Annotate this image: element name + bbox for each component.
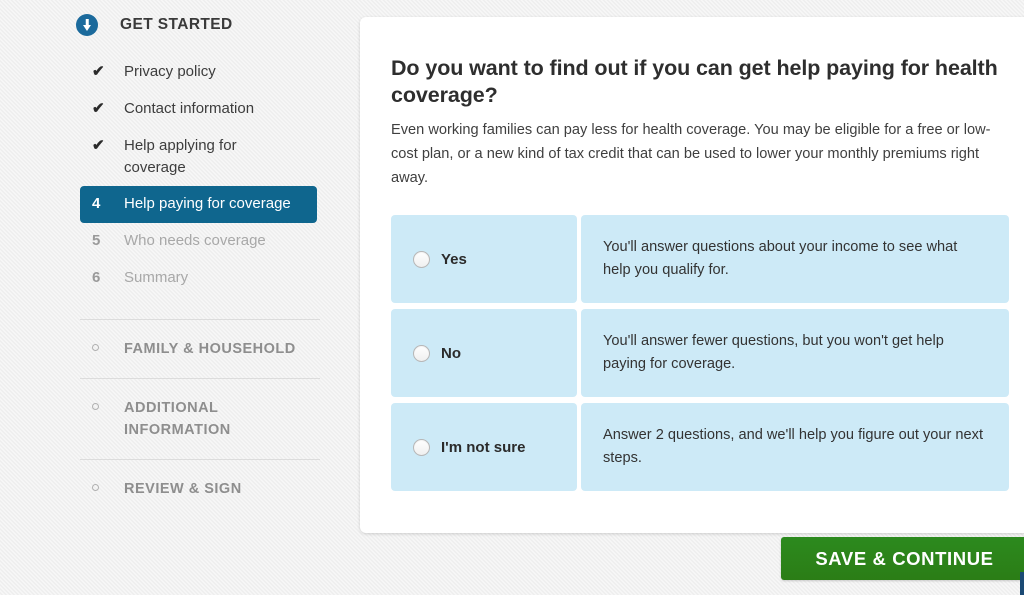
option-label: Yes xyxy=(441,250,467,268)
circle-outline-icon xyxy=(92,344,99,352)
step-status-marker: ✔ xyxy=(80,135,110,157)
step-number: 4 xyxy=(92,195,101,212)
option-description-panel-yes: You'll answer questions about your incom… xyxy=(581,215,1009,303)
radio-button-im-not-sure[interactable] xyxy=(413,438,430,456)
option-selector-no[interactable]: No xyxy=(391,309,577,397)
option-label: No xyxy=(441,344,461,362)
arrow-down-circle-icon xyxy=(76,14,98,36)
option-selector-im-not-sure[interactable]: I'm not sure xyxy=(391,403,577,491)
page-edge-artifact xyxy=(1020,572,1024,595)
sidebar-step-label: Help paying for coverage xyxy=(124,195,291,212)
sidebar-section-review-sign[interactable]: REVIEW & SIGN xyxy=(80,459,320,518)
option-description-panel-no: You'll answer fewer questions, but you w… xyxy=(581,309,1009,397)
sidebar-step-contact-information[interactable]: ✔ Contact information xyxy=(80,91,320,128)
option-description: You'll answer questions about your incom… xyxy=(603,239,958,278)
sidebar-section-family-household[interactable]: FAMILY & HOUSEHOLD xyxy=(80,319,320,378)
sidebar-section-list: FAMILY & HOUSEHOLD ADDITIONAL INFORMATIO… xyxy=(80,319,320,518)
step-status-marker: ✔ xyxy=(80,61,110,83)
circle-outline-icon xyxy=(92,484,99,492)
sidebar-section-header-label: GET STARTED xyxy=(120,16,233,33)
sidebar-step-label: Summary xyxy=(124,269,189,286)
option-description-panel-im-not-sure: Answer 2 questions, and we'll help you f… xyxy=(581,403,1009,491)
sidebar-navigation: GET STARTED ✔ Privacy policy ✔ Contact i… xyxy=(76,0,320,518)
radio-button-no[interactable] xyxy=(413,344,430,362)
option-selector-yes[interactable]: Yes xyxy=(391,215,577,303)
radio-button-yes[interactable] xyxy=(413,250,430,268)
option-description: Answer 2 questions, and we'll help you f… xyxy=(603,427,984,466)
sidebar-step-who-needs-coverage[interactable]: 5 Who needs coverage xyxy=(80,223,320,260)
sidebar-step-help-paying-for-coverage[interactable]: 4 Help paying for coverage xyxy=(80,186,317,223)
option-label: I'm not sure xyxy=(441,438,526,456)
sidebar-step-label: Privacy policy xyxy=(124,63,216,80)
step-status-marker: 4 xyxy=(80,193,110,215)
check-icon: ✔ xyxy=(92,100,105,117)
circle-outline-icon xyxy=(92,403,99,411)
sidebar-section-additional-information[interactable]: ADDITIONAL INFORMATION xyxy=(80,378,320,459)
step-status-marker: 5 xyxy=(80,230,110,252)
step-status-marker: 6 xyxy=(80,267,110,289)
option-row-im-not-sure[interactable]: I'm not sure Answer 2 questions, and we'… xyxy=(391,403,1024,491)
sidebar-step-label: Contact information xyxy=(124,100,255,117)
main-content-card: Do you want to find out if you can get h… xyxy=(360,17,1024,533)
sidebar-section-label: REVIEW & SIGN xyxy=(124,481,242,497)
sidebar-step-summary[interactable]: 6 Summary xyxy=(80,260,320,297)
section-status-marker xyxy=(80,478,110,500)
section-status-marker xyxy=(80,338,110,360)
check-icon: ✔ xyxy=(92,63,105,80)
sidebar-section-label: FAMILY & HOUSEHOLD xyxy=(124,341,296,357)
section-status-marker xyxy=(80,397,110,419)
option-row-yes[interactable]: Yes You'll answer questions about your i… xyxy=(391,215,1024,303)
sidebar-step-label: Help applying for coverage xyxy=(124,137,237,176)
page-description: Even working families can pay less for h… xyxy=(391,122,991,186)
answer-options-group: Yes You'll answer questions about your i… xyxy=(391,215,1024,491)
save-and-continue-button[interactable]: SAVE & CONTINUE xyxy=(781,537,1024,580)
page-title: Do you want to find out if you can get h… xyxy=(391,56,998,107)
sidebar-section-label: ADDITIONAL INFORMATION xyxy=(124,400,231,438)
option-row-no[interactable]: No You'll answer fewer questions, but yo… xyxy=(391,309,1024,397)
step-number: 5 xyxy=(92,232,101,249)
sidebar-step-privacy-policy[interactable]: ✔ Privacy policy xyxy=(80,54,320,91)
step-number: 6 xyxy=(92,269,101,286)
sidebar-section-header-get-started[interactable]: GET STARTED xyxy=(76,10,320,40)
step-status-marker: ✔ xyxy=(80,98,110,120)
sidebar-step-help-applying-for-coverage[interactable]: ✔ Help applying for coverage xyxy=(80,128,320,186)
check-icon: ✔ xyxy=(92,137,105,154)
option-description: You'll answer fewer questions, but you w… xyxy=(603,333,944,372)
sidebar-step-label: Who needs coverage xyxy=(124,232,266,249)
